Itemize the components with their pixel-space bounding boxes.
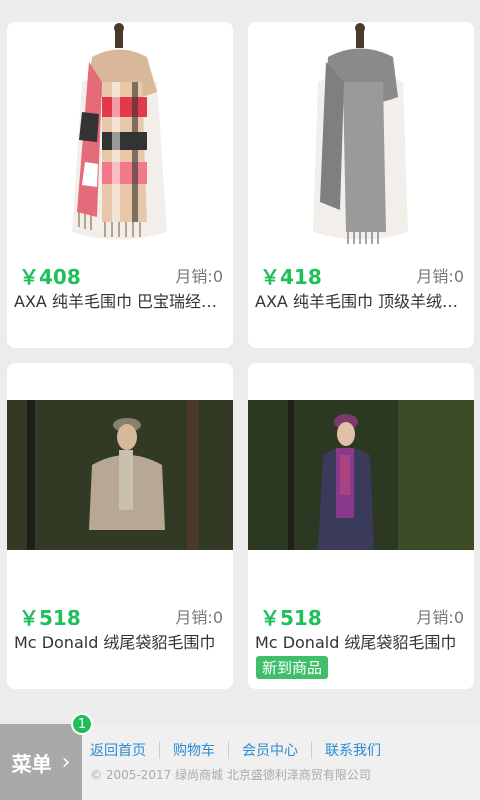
link-cart[interactable]: 购物车 xyxy=(173,740,215,760)
monthly-sales: 月销:0 xyxy=(416,267,464,286)
menu-label: 菜单 xyxy=(11,751,52,776)
divider xyxy=(228,741,229,759)
link-home[interactable]: 返回首页 xyxy=(90,740,146,760)
menu-count-badge: 1 xyxy=(71,713,93,735)
divider xyxy=(311,741,312,759)
price-row: ￥408 月销:0 xyxy=(19,263,223,289)
monthly-sales: 月销:0 xyxy=(175,608,223,627)
bottom-bar: 菜单 › xyxy=(0,724,480,800)
price-row: ￥418 月销:0 xyxy=(260,263,464,289)
product-image[interactable] xyxy=(248,22,474,252)
product-card[interactable]: ￥418 月销:0 AXA 纯羊毛围巾 顶级羊绒灰色围巾 xyxy=(248,22,474,348)
monthly-sales: 月销:0 xyxy=(416,608,464,627)
price-row: ￥518 月销:0 xyxy=(260,604,464,630)
product-title[interactable]: Mc Donald 绒尾袋貂毛围巾 xyxy=(255,629,466,653)
product-card[interactable]: ￥518 月销:0 Mc Donald 绒尾袋貂毛围巾 新到商品 xyxy=(248,363,474,689)
price: ￥408 xyxy=(19,264,81,289)
chevron-right-icon: › xyxy=(61,749,71,775)
product-title[interactable]: AXA 纯羊毛围巾 顶级羊绒灰色围巾 xyxy=(255,288,466,312)
link-contact[interactable]: 联系我们 xyxy=(325,740,381,760)
price-row: ￥518 月销:0 xyxy=(19,604,223,630)
price: ￥518 xyxy=(19,605,81,630)
product-image[interactable] xyxy=(7,22,233,252)
copyright: © 2005-2017 绿尚商城 北京盛德利泽商贸有限公司 xyxy=(90,768,371,782)
product-title[interactable]: AXA 纯羊毛围巾 巴宝瑞经典格纹围巾 xyxy=(14,288,225,312)
footer-links: 返回首页 购物车 会员中心 联系我们 xyxy=(90,740,381,760)
price: ￥418 xyxy=(260,264,322,289)
product-title[interactable]: Mc Donald 绒尾袋貂毛围巾 xyxy=(14,629,225,653)
new-arrival-badge: 新到商品 xyxy=(256,656,329,679)
menu-button[interactable]: 菜单 › xyxy=(0,724,82,800)
product-card[interactable]: ￥408 月销:0 AXA 纯羊毛围巾 巴宝瑞经典格纹围巾 xyxy=(7,22,233,348)
product-image[interactable] xyxy=(248,400,474,550)
price: ￥518 xyxy=(260,605,322,630)
link-member-center[interactable]: 会员中心 xyxy=(242,740,298,760)
divider xyxy=(159,741,160,759)
product-card[interactable]: ￥518 月销:0 Mc Donald 绒尾袋貂毛围巾 xyxy=(7,363,233,689)
product-image[interactable] xyxy=(7,400,233,550)
monthly-sales: 月销:0 xyxy=(175,267,223,286)
